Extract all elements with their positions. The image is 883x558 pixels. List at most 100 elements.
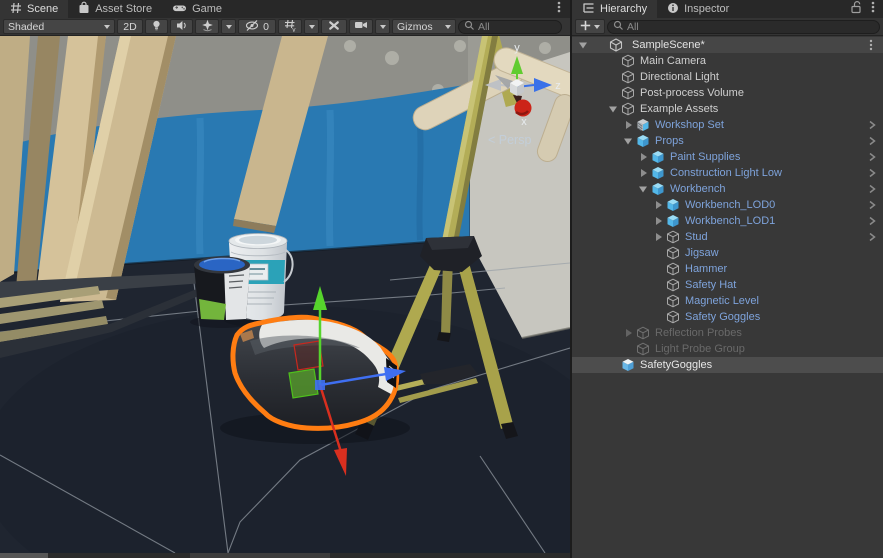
scene-tools-button[interactable]: [321, 19, 347, 34]
prefab-cube-icon: [651, 166, 665, 180]
foldout-arrow[interactable]: [622, 119, 634, 131]
tab-label: Inspector: [684, 3, 729, 15]
scene-header-kebab-icon[interactable]: [866, 39, 878, 51]
foldout-arrow[interactable]: [622, 327, 634, 339]
prefab-cube-icon: [621, 358, 635, 372]
prefab-open-chevron-icon[interactable]: [867, 151, 879, 163]
unlock-icon[interactable]: [850, 0, 862, 19]
prefab-open-chevron-icon[interactable]: [867, 119, 879, 131]
row-label: Construction Light Low: [670, 167, 782, 179]
hierarchy-row-construction-light-low[interactable]: Construction Light Low: [572, 165, 883, 181]
tab-game[interactable]: Game: [162, 0, 232, 18]
hierarchy-row-workshop-set[interactable]: Workshop Set: [572, 117, 883, 133]
foldout-arrow[interactable]: [652, 231, 664, 243]
scene-search-input[interactable]: [478, 21, 556, 33]
foldout-arrow[interactable]: [607, 103, 619, 115]
grid-visibility-button[interactable]: y: [278, 19, 302, 34]
gameobject-cube-icon: [636, 342, 650, 356]
tab-hierarchy[interactable]: Hierarchy: [572, 0, 657, 18]
grid-icon: [10, 2, 22, 17]
gamepad-icon: [172, 2, 187, 17]
tab-scene[interactable]: Scene: [0, 0, 68, 18]
prefab-open-chevron-icon[interactable]: [867, 167, 879, 179]
hierarchy-row-paint-supplies[interactable]: Paint Supplies: [572, 149, 883, 165]
hierarchy-row-stud[interactable]: Stud: [572, 229, 883, 245]
lightbulb-icon: [150, 19, 163, 35]
hierarchy-search-input[interactable]: [627, 21, 874, 33]
hierarchy-row-example-assets[interactable]: Example Assets: [572, 101, 883, 117]
hierarchy-row-post-process-volume[interactable]: Post-process Volume: [572, 85, 883, 101]
perspective-mode-label[interactable]: < Persp: [488, 133, 531, 147]
foldout-arrow[interactable]: [637, 167, 649, 179]
tab-label: Asset Store: [95, 3, 152, 15]
gizmo-plane-xz[interactable]: [289, 369, 318, 398]
hierarchy-row-workbench[interactable]: Workbench: [572, 181, 883, 197]
camera-dropdown[interactable]: [375, 19, 390, 34]
paint-can: [190, 257, 254, 329]
create-object-button[interactable]: [575, 19, 605, 34]
scene-camera-button[interactable]: [349, 19, 373, 34]
2d-mode-toggle[interactable]: 2D: [117, 19, 143, 34]
foldout-arrow[interactable]: [622, 135, 634, 147]
foldout-arrow[interactable]: [637, 183, 649, 195]
hierarchy-row-magnetic-level[interactable]: Magnetic Level: [572, 293, 883, 309]
scene-search: [458, 20, 562, 34]
gameobject-cube-icon: [621, 86, 635, 100]
hierarchy-row-main-camera[interactable]: Main Camera: [572, 53, 883, 69]
tab-asset-store[interactable]: Asset Store: [68, 0, 162, 18]
hierarchy-row-safety-goggles[interactable]: Safety Goggles: [572, 309, 883, 325]
shading-mode-dropdown[interactable]: Shaded: [3, 19, 115, 34]
foldout-arrow[interactable]: [652, 215, 664, 227]
hierarchy-row-safetygoggles[interactable]: SafetyGoggles: [572, 357, 883, 373]
gizmos-dropdown[interactable]: Gizmos: [392, 19, 456, 34]
axis-label-z: z: [555, 80, 561, 92]
foldout-arrow[interactable]: [577, 39, 589, 51]
scene-viewport[interactable]: y z x < Persp: [0, 36, 570, 553]
info-icon: [667, 2, 679, 17]
scene-lighting-toggle[interactable]: [145, 19, 168, 34]
hierarchy-row-safety-hat[interactable]: Safety Hat: [572, 277, 883, 293]
effects-dropdown[interactable]: [221, 19, 236, 34]
prefab-open-chevron-icon[interactable]: [867, 135, 879, 147]
model-cube-icon: [636, 118, 650, 132]
row-label: Safety Goggles: [685, 311, 760, 323]
crossed-tools-icon: [327, 19, 341, 35]
svg-text:y: y: [292, 26, 296, 32]
hierarchy-row-samplescene-[interactable]: SampleScene*: [572, 37, 883, 53]
prefab-open-chevron-icon[interactable]: [867, 183, 879, 195]
foldout-arrow[interactable]: [637, 151, 649, 163]
hierarchy-row-workbench-lod1[interactable]: Workbench_LOD1: [572, 213, 883, 229]
tab-inspector[interactable]: Inspector: [657, 0, 739, 18]
search-icon: [613, 18, 624, 36]
hierarchy-row-light-probe-group[interactable]: Light Probe Group: [572, 341, 883, 357]
scene-audio-toggle[interactable]: [170, 19, 193, 34]
hierarchy-row-hammer[interactable]: Hammer: [572, 261, 883, 277]
hierarchy-row-reflection-probes[interactable]: Reflection Probes: [572, 325, 883, 341]
row-label: SafetyGoggles: [640, 359, 712, 371]
prefab-open-chevron-icon[interactable]: [867, 215, 879, 227]
row-label: Hammer: [685, 263, 727, 275]
hierarchy-row-props[interactable]: Props: [572, 133, 883, 149]
row-label: Main Camera: [640, 55, 706, 67]
hierarchy-row-jigsaw[interactable]: Jigsaw: [572, 245, 883, 261]
row-label: Reflection Probes: [655, 327, 742, 339]
hierarchy-tree: SampleScene* Main Camera Directional Light…: [572, 36, 883, 558]
scene-kebab-menu-icon[interactable]: [553, 0, 565, 19]
tab-label: Game: [192, 3, 222, 15]
horizontal-scrollbar[interactable]: [0, 553, 570, 558]
grid-dropdown[interactable]: [304, 19, 319, 34]
hierarchy-row-directional-light[interactable]: Directional Light: [572, 69, 883, 85]
scene-effects-toggle[interactable]: [195, 19, 219, 34]
scene-visibility-toggle[interactable]: 0: [238, 19, 276, 34]
row-label: Workbench_LOD0: [685, 199, 775, 211]
foldout-arrow[interactable]: [652, 199, 664, 211]
gizmo-plane-xy[interactable]: [294, 341, 323, 370]
effects-star-icon: [201, 19, 214, 35]
prefab-open-chevron-icon[interactable]: [867, 199, 879, 211]
prefab-cube-icon: [636, 134, 650, 148]
shading-mode-label: Shaded: [8, 21, 44, 33]
hierarchy-row-workbench-lod0[interactable]: Workbench_LOD0: [572, 197, 883, 213]
prefab-open-chevron-icon[interactable]: [867, 231, 879, 243]
chevron-down-icon: [309, 25, 315, 29]
hierarchy-kebab-menu-icon[interactable]: [868, 0, 878, 19]
